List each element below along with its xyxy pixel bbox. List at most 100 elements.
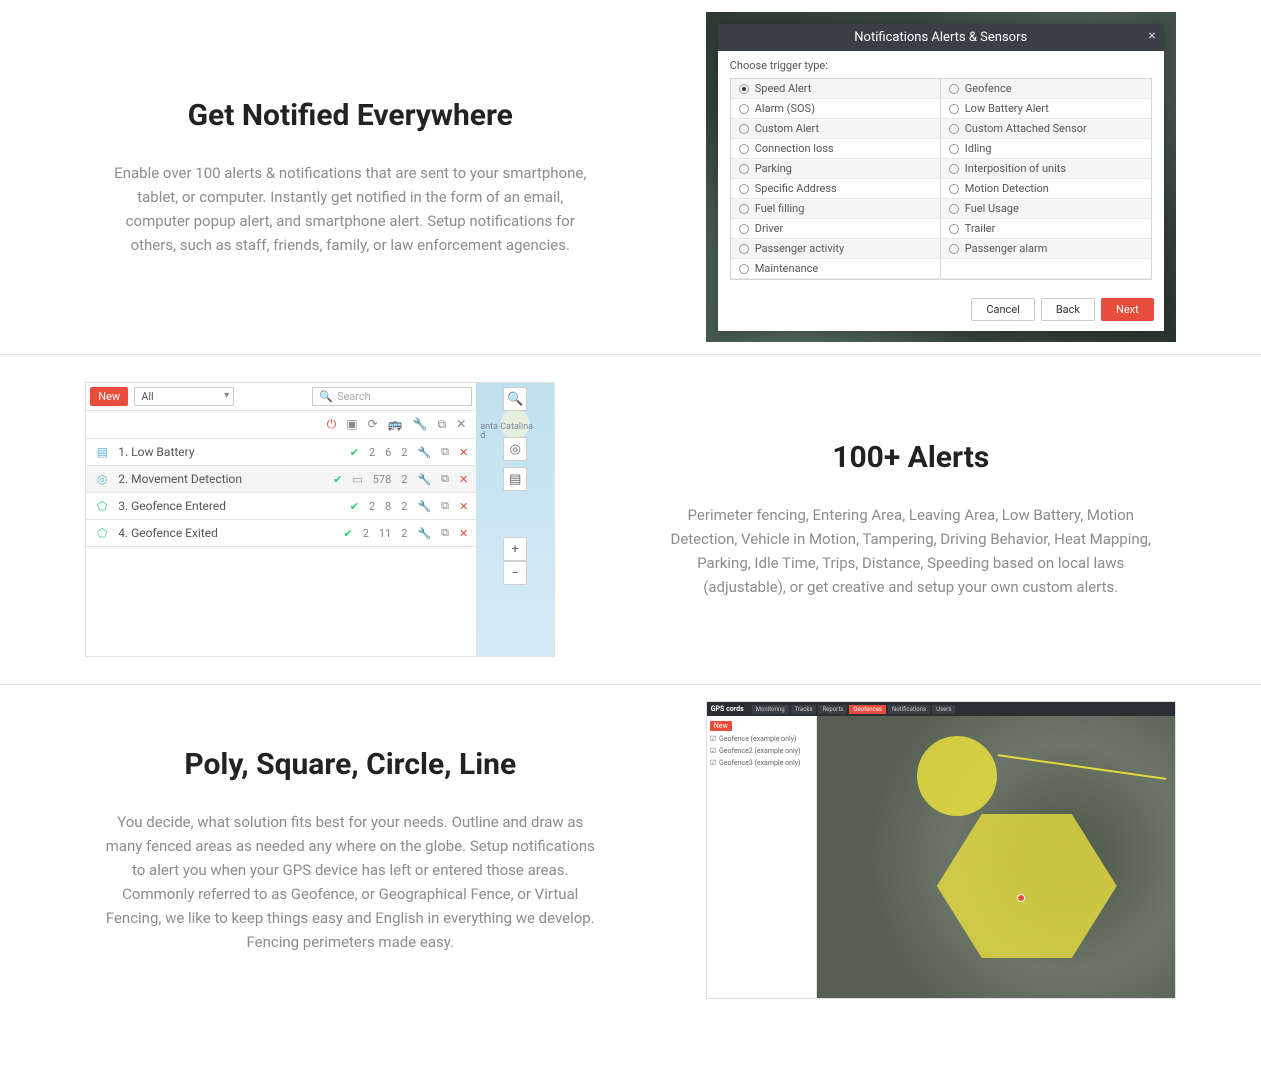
- delete-icon[interactable]: ✕: [459, 446, 468, 459]
- geofence-list-item[interactable]: ☑Geofence (example only): [710, 733, 813, 745]
- search-icon: 🔍: [319, 390, 333, 403]
- trigger-option[interactable]: Fuel Usage: [941, 199, 1151, 219]
- radio-icon: [949, 184, 959, 194]
- play-icon[interactable]: ▣: [346, 417, 357, 432]
- app-tab[interactable]: Users: [932, 705, 955, 714]
- delete-icon[interactable]: ✕: [459, 500, 468, 513]
- app-tab[interactable]: Geofences: [849, 705, 886, 714]
- checkbox-icon[interactable]: ☑: [710, 759, 716, 767]
- delete-icon[interactable]: ✕: [459, 473, 468, 486]
- trigger-option[interactable]: Passenger activity: [731, 239, 941, 259]
- new-button[interactable]: New: [710, 721, 732, 731]
- trigger-option[interactable]: Trailer: [941, 219, 1151, 239]
- geofence-list-item[interactable]: ☑Geofence2 (example only): [710, 745, 813, 757]
- layers-icon[interactable]: ▤: [503, 467, 527, 491]
- geofence-list-item[interactable]: ☑Geofence3 (example only): [710, 757, 813, 769]
- refresh-icon[interactable]: ⟳: [368, 417, 378, 432]
- trigger-option[interactable]: Specific Address: [731, 179, 941, 199]
- trigger-option[interactable]: Fuel filling: [731, 199, 941, 219]
- checkbox-icon[interactable]: ☑: [710, 735, 716, 743]
- alert-row[interactable]: ◎2. Movement Detection✔▭5782🔧⧉✕: [86, 466, 476, 493]
- trigger-option[interactable]: Parking: [731, 159, 941, 179]
- section-notified-text: Get Notified Everywhere Enable over 100 …: [40, 78, 661, 277]
- wrench-icon[interactable]: 🔧: [417, 500, 431, 513]
- zoom-out-button[interactable]: −: [503, 561, 527, 585]
- section-geofence-text: Poly, Square, Circle, Line You decide, w…: [40, 727, 661, 974]
- radio-icon: [949, 124, 959, 134]
- dialog-title: Notifications Alerts & Sensors: [854, 30, 1027, 45]
- geofence-map[interactable]: [817, 716, 1175, 998]
- geofence-name: Geofence3 (example only): [719, 759, 800, 767]
- trigger-option[interactable]: Custom Attached Sensor: [941, 119, 1151, 139]
- count-c: 2: [401, 446, 407, 459]
- copy-icon[interactable]: ⧉: [438, 417, 447, 432]
- app-tab[interactable]: Notifications: [888, 705, 930, 714]
- alert-row[interactable]: ⬠3. Geofence Entered✔282🔧⧉✕: [86, 493, 476, 520]
- copy-icon[interactable]: ⧉: [441, 526, 449, 540]
- delete-icon[interactable]: ✕: [456, 417, 466, 432]
- trigger-option[interactable]: Low Battery Alert: [941, 99, 1151, 119]
- copy-icon[interactable]: ⧉: [441, 499, 449, 513]
- filter-select[interactable]: All: [134, 387, 234, 406]
- trigger-option[interactable]: Connection loss: [731, 139, 941, 159]
- copy-icon[interactable]: ⧉: [441, 472, 449, 486]
- count-b: 6: [385, 446, 391, 459]
- new-button[interactable]: New: [90, 387, 128, 406]
- search-input[interactable]: 🔍 Search: [312, 387, 472, 406]
- wrench-icon[interactable]: 🔧: [417, 446, 431, 459]
- section-alerts-image: New All 🔍 Search ⏻ ▣ ⟳ 🚌 🔧 ⧉ ✕ ▤1. L: [40, 382, 601, 657]
- trigger-label: Motion Detection: [965, 182, 1049, 195]
- radio-icon: [739, 204, 749, 214]
- trigger-option[interactable]: Maintenance: [731, 259, 941, 279]
- trigger-option[interactable]: Geofence: [941, 79, 1151, 99]
- copy-icon[interactable]: ⧉: [441, 445, 449, 459]
- zoom-in-button[interactable]: +: [503, 537, 527, 561]
- trigger-option[interactable]: Speed Alert: [731, 79, 941, 99]
- geofence-circle-shape[interactable]: [917, 736, 997, 816]
- geofence-poly-shape[interactable]: [937, 806, 1117, 966]
- section-geofence-heading: Poly, Square, Circle, Line: [70, 747, 631, 782]
- delete-icon[interactable]: ✕: [459, 527, 468, 540]
- cancel-button[interactable]: Cancel: [971, 298, 1034, 321]
- alerts-toolbar: New All 🔍 Search: [86, 383, 476, 411]
- checkbox-icon[interactable]: ☑: [710, 747, 716, 755]
- trigger-option[interactable]: Interposition of units: [941, 159, 1151, 179]
- check-icon: ✔: [350, 446, 359, 459]
- alert-type-icon: ▤: [94, 445, 110, 459]
- back-button[interactable]: Back: [1041, 298, 1095, 321]
- trigger-option[interactable]: Alarm (SOS): [731, 99, 941, 119]
- app-tab[interactable]: Monitoring: [752, 705, 789, 714]
- wrench-icon[interactable]: 🔧: [417, 527, 431, 540]
- count-c: 2: [401, 473, 407, 486]
- next-button[interactable]: Next: [1101, 298, 1154, 321]
- trigger-option[interactable]: Passenger alarm: [941, 239, 1151, 259]
- trigger-option[interactable]: Custom Alert: [731, 119, 941, 139]
- search-placeholder: Search: [337, 390, 371, 403]
- radio-icon: [739, 244, 749, 254]
- wrench-icon[interactable]: 🔧: [417, 473, 431, 486]
- radio-icon: [949, 224, 959, 234]
- alert-type-icon: ⬠: [94, 499, 110, 513]
- app-tab[interactable]: Tracks: [791, 705, 817, 714]
- map-search-icon[interactable]: 🔍: [503, 387, 527, 411]
- radio-icon: [739, 164, 749, 174]
- power-icon[interactable]: ⏻: [327, 417, 337, 432]
- geofence-sidebar: New ☑Geofence (example only)☑Geofence2 (e…: [707, 716, 817, 998]
- trigger-label: Alarm (SOS): [755, 102, 815, 115]
- alert-row-icons: ✔2112🔧⧉✕: [344, 526, 469, 540]
- wrench-icon[interactable]: 🔧: [413, 417, 428, 432]
- alert-row[interactable]: ⬠4. Geofence Exited✔2112🔧⧉✕: [86, 520, 476, 547]
- trigger-label: Passenger activity: [755, 242, 844, 255]
- alert-row[interactable]: ▤1. Low Battery✔262🔧⧉✕: [86, 439, 476, 466]
- notifications-dialog: Notifications Alerts & Sensors × Choose …: [718, 24, 1164, 331]
- close-icon[interactable]: ×: [1148, 28, 1155, 44]
- app-tab[interactable]: Reports: [818, 705, 847, 714]
- trigger-option[interactable]: Motion Detection: [941, 179, 1151, 199]
- map-background: Notifications Alerts & Sensors × Choose …: [706, 12, 1176, 342]
- trigger-label: Idling: [965, 142, 992, 155]
- vehicle-icon[interactable]: 🚌: [388, 417, 403, 432]
- trigger-option[interactable]: Idling: [941, 139, 1151, 159]
- geofence-line-shape[interactable]: [997, 754, 1166, 780]
- section-notified-heading: Get Notified Everywhere: [70, 98, 631, 133]
- trigger-option[interactable]: Driver: [731, 219, 941, 239]
